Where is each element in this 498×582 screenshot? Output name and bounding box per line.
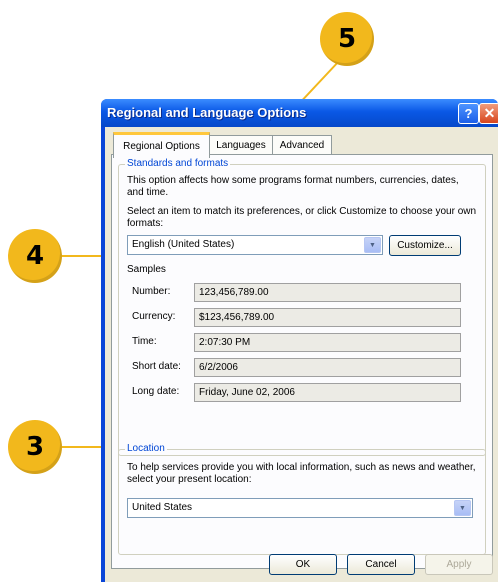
sample-number-label: Number: xyxy=(132,286,171,297)
sample-short-date-label: Short date: xyxy=(132,361,181,372)
dialog-window: Regional and Language Options ? ✕ Region… xyxy=(101,99,498,582)
sample-time-value: 2:07:30 PM xyxy=(199,337,251,348)
sample-currency-box: $123,456,789.00 xyxy=(194,308,461,327)
title-bar[interactable]: Regional and Language Options ? ✕ xyxy=(101,99,498,127)
sample-time-box: 2:07:30 PM xyxy=(194,333,461,352)
sample-short-date-box: 6/2/2006 xyxy=(194,358,461,377)
samples-label: Samples xyxy=(127,264,166,275)
locale-format-value: English (United States) xyxy=(132,239,235,250)
chevron-down-icon[interactable]: ▼ xyxy=(454,500,471,516)
callout-4: 4 xyxy=(8,229,62,283)
callout-5: 5 xyxy=(320,12,374,66)
tab-advanced[interactable]: Advanced xyxy=(272,135,332,155)
locale-format-select[interactable]: English (United States) ▼ xyxy=(127,235,383,255)
standards-description: This option affects how some programs fo… xyxy=(127,175,459,198)
location-value: United States xyxy=(132,502,193,513)
sample-long-date-box: Friday, June 02, 2006 xyxy=(194,383,461,402)
tab-languages[interactable]: Languages xyxy=(209,135,273,155)
standards-formats-group: Standards and formats This option affect… xyxy=(118,158,486,456)
location-label: Location xyxy=(125,443,167,454)
tab-panel-regional-options: Standards and formats This option affect… xyxy=(111,154,493,569)
apply-button[interactable]: Apply xyxy=(425,554,493,575)
standards-formats-label: Standards and formats xyxy=(125,158,231,169)
cancel-button[interactable]: Cancel xyxy=(347,554,415,575)
close-button[interactable]: ✕ xyxy=(479,103,498,124)
callout-3: 3 xyxy=(8,420,62,474)
sample-long-date-value: Friday, June 02, 2006 xyxy=(199,387,295,398)
location-description: To help services provide you with local … xyxy=(127,462,476,485)
sample-short-date-value: 6/2/2006 xyxy=(199,362,238,373)
sample-time-label: Time: xyxy=(132,336,157,347)
help-button[interactable]: ? xyxy=(458,103,479,124)
dialog-client-area: Regional Options Languages Advanced Stan… xyxy=(105,127,498,582)
tab-regional-options[interactable]: Regional Options xyxy=(113,132,210,158)
window-title: Regional and Language Options xyxy=(107,105,307,120)
sample-long-date-label: Long date: xyxy=(132,386,180,397)
sample-number-value: 123,456,789.00 xyxy=(199,287,269,298)
sample-currency-value: $123,456,789.00 xyxy=(199,312,275,323)
chevron-down-icon[interactable]: ▼ xyxy=(364,237,381,253)
ok-button[interactable]: OK xyxy=(269,554,337,575)
standards-instruction: Select an item to match its preferences,… xyxy=(127,206,477,229)
sample-currency-label: Currency: xyxy=(132,311,176,322)
location-select[interactable]: United States ▼ xyxy=(127,498,473,518)
location-group: Location To help services provide you wi… xyxy=(118,443,486,555)
sample-number-box: 123,456,789.00 xyxy=(194,283,461,302)
customize-button[interactable]: Customize... xyxy=(389,235,461,256)
